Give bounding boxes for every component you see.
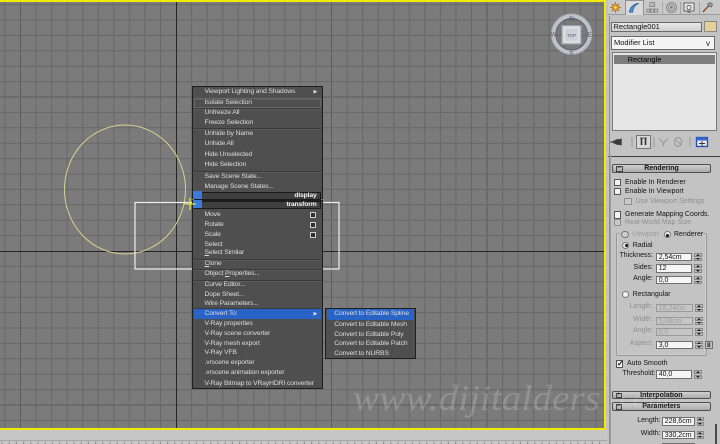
svg-text:S: S	[569, 50, 573, 57]
svg-text:N: N	[569, 16, 573, 23]
svg-text:www.dijitalders: www.dijitalders	[353, 378, 600, 418]
svg-text:E: E	[588, 32, 592, 39]
svg-text:TOP: TOP	[567, 33, 576, 38]
svg-text:O: O	[686, 5, 692, 12]
svg-text:W: W	[551, 32, 557, 39]
